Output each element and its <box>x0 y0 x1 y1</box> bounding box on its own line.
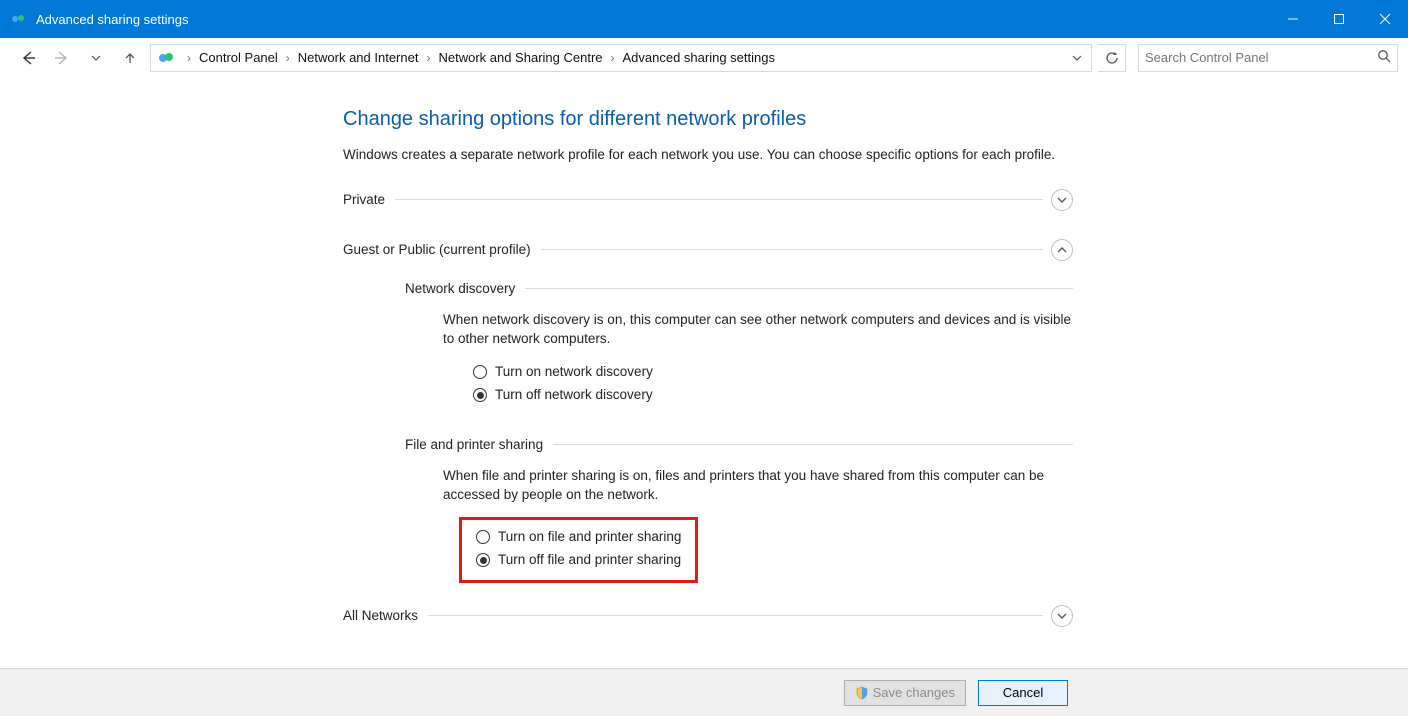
radio-icon <box>476 553 490 567</box>
radio-nd-on-label: Turn on network discovery <box>495 361 653 384</box>
profile-private-label: Private <box>343 192 395 207</box>
radio-fp-off-label: Turn off file and printer sharing <box>498 549 681 572</box>
app-icon <box>10 11 26 27</box>
nav-row: › Control Panel › Network and Internet ›… <box>0 38 1408 72</box>
radio-fp-on[interactable]: Turn on file and printer sharing <box>476 526 681 549</box>
window-title: Advanced sharing settings <box>36 12 188 27</box>
address-history-dropdown[interactable] <box>1067 45 1087 71</box>
divider <box>428 615 1043 616</box>
radio-icon <box>473 388 487 402</box>
breadcrumb-sep-icon: › <box>605 51 621 65</box>
close-button[interactable] <box>1362 0 1408 38</box>
file-printer-description: When file and printer sharing is on, fil… <box>443 466 1073 505</box>
radio-nd-off[interactable]: Turn off network discovery <box>473 384 1073 407</box>
divider <box>395 199 1043 200</box>
profile-all-networks[interactable]: All Networks <box>343 605 1073 627</box>
chevron-down-icon[interactable] <box>1051 605 1073 627</box>
footer: Save changes Cancel <box>0 668 1408 716</box>
history-dropdown[interactable] <box>82 44 110 72</box>
content-area: Change sharing options for different net… <box>0 72 1408 668</box>
breadcrumb-sep-icon: › <box>181 51 197 65</box>
back-button[interactable] <box>14 44 42 72</box>
profile-private[interactable]: Private <box>343 189 1073 211</box>
profile-public[interactable]: Guest or Public (current profile) <box>343 239 1073 261</box>
annotation-highlight: Turn on file and printer sharing Turn of… <box>459 517 698 583</box>
save-changes-button[interactable]: Save changes <box>844 680 966 706</box>
file-printer-radios: Turn on file and printer sharing Turn of… <box>476 526 681 572</box>
search-icon[interactable] <box>1377 49 1391 66</box>
radio-icon <box>473 365 487 379</box>
minimize-button[interactable] <box>1270 0 1316 38</box>
breadcrumb-item[interactable]: Network and Sharing Centre <box>436 50 604 65</box>
forward-button[interactable] <box>48 44 76 72</box>
radio-fp-on-label: Turn on file and printer sharing <box>498 526 681 549</box>
up-button[interactable] <box>116 44 144 72</box>
cancel-label: Cancel <box>1003 685 1043 700</box>
radio-nd-on[interactable]: Turn on network discovery <box>473 361 1073 384</box>
titlebar: Advanced sharing settings <box>0 0 1408 38</box>
breadcrumb-item[interactable]: Advanced sharing settings <box>621 50 777 65</box>
profile-all-label: All Networks <box>343 608 428 623</box>
breadcrumb-item[interactable]: Control Panel <box>197 50 280 65</box>
search-input[interactable] <box>1145 50 1377 65</box>
shield-icon <box>855 686 869 700</box>
control-panel-icon <box>157 49 175 67</box>
radio-nd-off-label: Turn off network discovery <box>495 384 653 407</box>
chevron-up-icon[interactable] <box>1051 239 1073 261</box>
divider <box>553 444 1073 445</box>
profile-public-label: Guest or Public (current profile) <box>343 242 541 257</box>
chevron-down-icon[interactable] <box>1051 189 1073 211</box>
page-heading: Change sharing options for different net… <box>343 108 1073 131</box>
section-file-printer: File and printer sharing When file and p… <box>405 437 1073 583</box>
refresh-button[interactable] <box>1098 44 1126 72</box>
cancel-button[interactable]: Cancel <box>978 680 1068 706</box>
network-discovery-description: When network discovery is on, this compu… <box>443 310 1073 349</box>
page-intro: Windows creates a separate network profi… <box>343 145 1073 165</box>
network-discovery-radios: Turn on network discovery Turn off netwo… <box>473 361 1073 407</box>
divider <box>541 249 1043 250</box>
radio-fp-off[interactable]: Turn off file and printer sharing <box>476 549 681 572</box>
file-printer-title: File and printer sharing <box>405 437 553 452</box>
save-changes-label: Save changes <box>873 685 955 700</box>
address-bar[interactable]: › Control Panel › Network and Internet ›… <box>150 44 1092 72</box>
breadcrumb-sep-icon: › <box>280 51 296 65</box>
breadcrumb-item[interactable]: Network and Internet <box>296 50 421 65</box>
breadcrumb-sep-icon: › <box>420 51 436 65</box>
section-network-discovery: Network discovery When network discovery… <box>405 281 1073 407</box>
network-discovery-title: Network discovery <box>405 281 525 296</box>
search-box[interactable] <box>1138 44 1398 72</box>
radio-icon <box>476 530 490 544</box>
divider <box>525 288 1073 289</box>
maximize-button[interactable] <box>1316 0 1362 38</box>
